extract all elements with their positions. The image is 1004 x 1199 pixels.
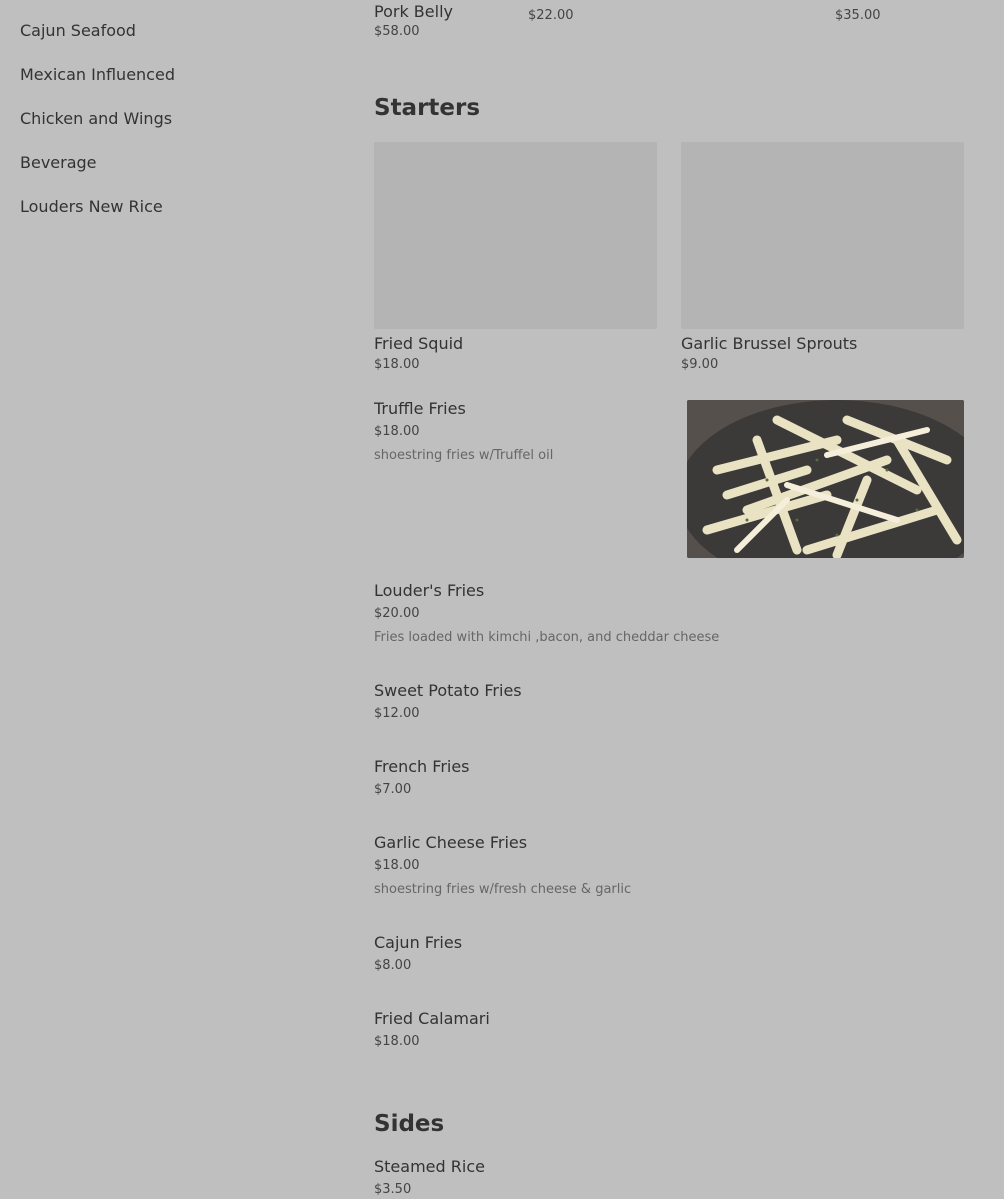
- item-description: Fries loaded with kimchi ,bacon, and che…: [374, 630, 720, 645]
- sidebar-item-beverage[interactable]: Beverage: [20, 152, 320, 196]
- menu-card[interactable]: $22.00: [528, 6, 574, 26]
- menu-item-french-fries[interactable]: French Fries $7.00: [374, 756, 974, 800]
- item-price: $9.00: [681, 357, 719, 372]
- menu-item-fried-calamari[interactable]: Fried Calamari $18.00: [374, 1008, 974, 1052]
- menu-item-steamed-rice[interactable]: Steamed Rice $3.50: [374, 1156, 974, 1199]
- menu-card-fried-squid[interactable]: Fried Squid $18.00: [374, 142, 657, 375]
- menu-item-sweet-potato-fries[interactable]: Sweet Potato Fries $12.00: [374, 680, 974, 724]
- item-price: $18.00: [374, 1034, 420, 1049]
- item-price: $7.00: [374, 782, 412, 797]
- menu-card[interactable]: Pork Belly $58.00: [374, 2, 453, 42]
- item-price: $35.00: [835, 8, 881, 23]
- previous-section-row: Pork Belly $58.00 $22.00 $35.00: [374, 0, 974, 50]
- item-price: $18.00: [374, 858, 420, 873]
- menu-item-garlic-cheese-fries[interactable]: Garlic Cheese Fries $18.00 shoestring fr…: [374, 832, 974, 900]
- section-title-sides: Sides: [374, 1111, 445, 1137]
- item-name: Steamed Rice: [374, 1157, 485, 1176]
- item-price: $58.00: [374, 24, 420, 39]
- item-image-placeholder: [681, 142, 964, 329]
- item-name: Sweet Potato Fries: [374, 681, 522, 700]
- item-price: $3.50: [374, 1182, 412, 1197]
- menu-item-cajun-fries[interactable]: Cajun Fries $8.00: [374, 932, 974, 976]
- item-name: Fried Squid: [374, 334, 464, 353]
- item-name: Garlic Brussel Sprouts: [681, 334, 858, 353]
- item-price: $8.00: [374, 958, 412, 973]
- menu-card-garlic-brussel-sprouts[interactable]: Garlic Brussel Sprouts $9.00: [681, 142, 964, 375]
- fries-image: [687, 400, 964, 558]
- menu-card[interactable]: $35.00: [835, 6, 881, 26]
- menu-page: Cajun Seafood Mexican Influenced Chicken…: [0, 0, 1004, 1199]
- item-price: $20.00: [374, 606, 420, 621]
- item-name: Cajun Fries: [374, 933, 463, 952]
- item-price: $12.00: [374, 706, 420, 721]
- category-sidebar: Cajun Seafood Mexican Influenced Chicken…: [20, 20, 320, 240]
- item-name: Garlic Cheese Fries: [374, 833, 528, 852]
- sidebar-item-cajun-seafood[interactable]: Cajun Seafood: [20, 20, 320, 64]
- item-price: $18.00: [374, 357, 420, 372]
- item-name: Louder's Fries: [374, 581, 485, 600]
- item-name: Fried Calamari: [374, 1009, 490, 1028]
- item-price: $22.00: [528, 8, 574, 23]
- item-name: Pork Belly: [374, 2, 453, 21]
- sidebar-item-mexican-influenced[interactable]: Mexican Influenced: [20, 64, 320, 108]
- item-name: French Fries: [374, 757, 470, 776]
- sidebar-item-chicken-and-wings[interactable]: Chicken and Wings: [20, 108, 320, 152]
- item-image-placeholder: [374, 142, 657, 329]
- section-title-starters: Starters: [374, 95, 481, 121]
- menu-item-louders-fries[interactable]: Louder's Fries $20.00 Fries loaded with …: [374, 580, 974, 648]
- truffle-fries-photo[interactable]: [687, 400, 964, 558]
- item-description: shoestring fries w/fresh cheese & garlic: [374, 882, 632, 897]
- sidebar-item-louders-new-rice[interactable]: Louders New Rice: [20, 196, 320, 240]
